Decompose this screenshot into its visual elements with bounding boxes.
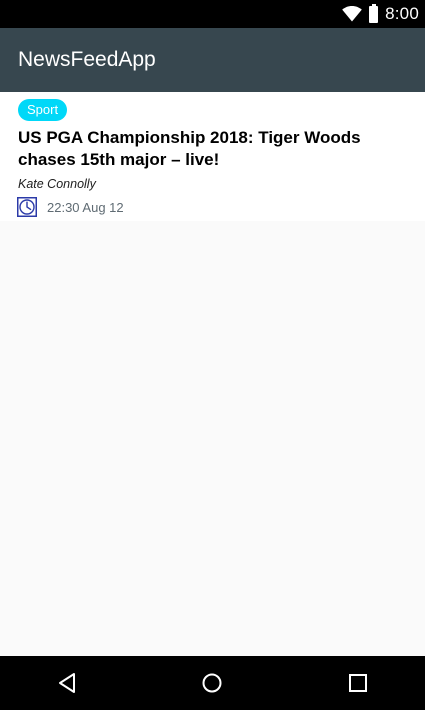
article-timestamp: 22:30 Aug 12 [47, 199, 124, 215]
clock-icon [17, 197, 37, 217]
article-meta: 22:30 Aug 12 [17, 196, 124, 218]
article-author: Kate Connolly [18, 177, 96, 191]
back-icon [59, 673, 75, 693]
status-bar: 8:00 [0, 0, 425, 28]
news-item-card[interactable]: Sport US PGA Championship 2018: Tiger Wo… [0, 92, 425, 221]
home-icon [202, 673, 222, 693]
home-button[interactable] [182, 656, 242, 710]
navigation-bar [0, 656, 425, 710]
app-bar: NewsFeedApp [0, 28, 425, 92]
recents-icon [349, 674, 367, 692]
section-badge: Sport [18, 99, 68, 121]
wifi-icon [342, 6, 362, 22]
back-button[interactable] [37, 656, 97, 710]
status-time: 8:00 [385, 4, 419, 23]
screen: 8:00 NewsFeedApp Sport US PGA Championsh… [0, 0, 425, 710]
article-headline: US PGA Championship 2018: Tiger Woods ch… [18, 128, 361, 169]
battery-icon [369, 3, 379, 23]
app-title: NewsFeedApp [18, 48, 156, 71]
recents-button[interactable] [328, 656, 388, 710]
status-icons: 8:00 [342, 0, 419, 28]
